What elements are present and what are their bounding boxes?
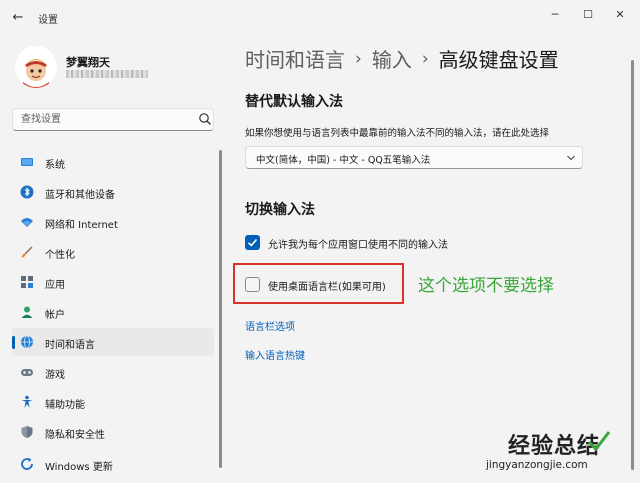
brush-icon [21, 246, 33, 258]
nav-label: 个性化 [45, 250, 75, 261]
bluetooth-icon [20, 185, 34, 199]
search-icon[interactable] [198, 112, 212, 126]
breadcrumb: 时间和语言 › 输入 › 高级键盘设置 [245, 44, 559, 74]
nav-item-privacy[interactable]: 隐私和安全性 [12, 418, 214, 446]
app-title: 设置 [38, 15, 58, 26]
nav-label: 系统 [45, 160, 65, 171]
close-button[interactable]: ✕ [608, 6, 632, 24]
minimize-button[interactable]: ─ [543, 6, 567, 24]
watermark: 经验总结 jingyanzongjie.com [476, 428, 634, 478]
avatar[interactable] [15, 46, 57, 88]
override-description: 如果你想使用与语言列表中最靠前的输入法不同的输入法，请在此处选择 [245, 128, 550, 139]
nav-label: 时间和语言 [45, 340, 95, 351]
nav-item-system[interactable]: 系统 [12, 148, 214, 176]
nav-item-accounts[interactable]: 帐户 [12, 298, 214, 326]
breadcrumb-input[interactable]: 输入 [372, 48, 412, 72]
nav-label: 隐私和安全性 [45, 430, 105, 441]
nav-label: 游戏 [45, 370, 65, 381]
input-method-dropdown[interactable]: 中文(简体，中国) - 中文 - QQ五笔输入法 [245, 146, 583, 169]
globe-clock-icon [21, 335, 33, 349]
section-title-switching: 切换输入法 [245, 202, 315, 218]
gamepad-icon [21, 369, 33, 376]
nav-item-apps[interactable]: 应用 [12, 268, 214, 296]
title-bar: ← 设置 ─ ☐ ✕ [0, 0, 640, 32]
nav-item-accessibility[interactable]: 辅助功能 [12, 388, 214, 416]
monitor-icon [21, 158, 33, 166]
nav-label: 网络和 Internet [45, 220, 118, 231]
nav-item-gaming[interactable]: 游戏 [12, 358, 214, 386]
nav-label: Windows 更新 [45, 462, 113, 473]
shield-icon [21, 426, 33, 438]
update-icon [21, 457, 33, 470]
annotation-highlight-box [233, 263, 404, 304]
nav-item-windows-update[interactable]: Windows 更新 [12, 450, 214, 478]
annotation-text: 这个选项不要选择 [418, 276, 554, 296]
watermark-url: jingyanzongjie.com [486, 459, 588, 471]
user-name: 梦翼翔天 [66, 56, 110, 69]
breadcrumb-separator: › [421, 48, 429, 69]
checkmark-logo-icon [587, 431, 611, 452]
per-app-input-checkbox[interactable] [245, 235, 260, 250]
user-email-blurred [66, 70, 148, 78]
accessibility-icon [21, 395, 33, 408]
sidebar-scrollbar[interactable] [219, 150, 222, 468]
nav-item-time-language[interactable]: 时间和语言 [12, 328, 214, 356]
search-input[interactable] [21, 109, 181, 130]
nav-item-bluetooth[interactable]: 蓝牙和其他设备 [12, 178, 214, 206]
nav-label: 辅助功能 [45, 400, 85, 411]
nav-label: 蓝牙和其他设备 [45, 190, 115, 201]
search-box[interactable] [12, 108, 214, 131]
apps-icon [21, 276, 33, 288]
main-scrollbar[interactable] [631, 60, 634, 470]
checkmark-icon [247, 238, 258, 247]
input-language-hotkeys-link[interactable]: 输入语言热键 [245, 347, 305, 362]
section-title-override: 替代默认输入法 [245, 94, 343, 110]
person-icon [21, 306, 33, 318]
settings-window: ← 设置 ─ ☐ ✕ 梦翼翔天 系统 蓝牙和其他设备 [0, 0, 640, 483]
breadcrumb-time-language[interactable]: 时间和语言 [245, 48, 345, 72]
language-bar-options-link[interactable]: 语言栏选项 [245, 318, 295, 333]
page-title: 高级键盘设置 [438, 48, 559, 72]
maximize-button[interactable]: ☐ [576, 6, 600, 24]
nav-item-network[interactable]: 网络和 Internet [12, 208, 214, 236]
nav-label: 帐户 [45, 310, 65, 321]
nav-label: 应用 [45, 280, 65, 291]
chevron-down-icon [567, 155, 575, 161]
breadcrumb-separator: › [355, 48, 362, 69]
wifi-icon [21, 218, 33, 227]
per-app-input-label: 允许我为每个应用窗口使用不同的输入法 [268, 240, 448, 251]
nav-item-personalization[interactable]: 个性化 [12, 238, 214, 266]
dropdown-selected-value: 中文(简体，中国) - 中文 - QQ五笔输入法 [256, 155, 431, 166]
back-button[interactable]: ← [8, 8, 28, 28]
